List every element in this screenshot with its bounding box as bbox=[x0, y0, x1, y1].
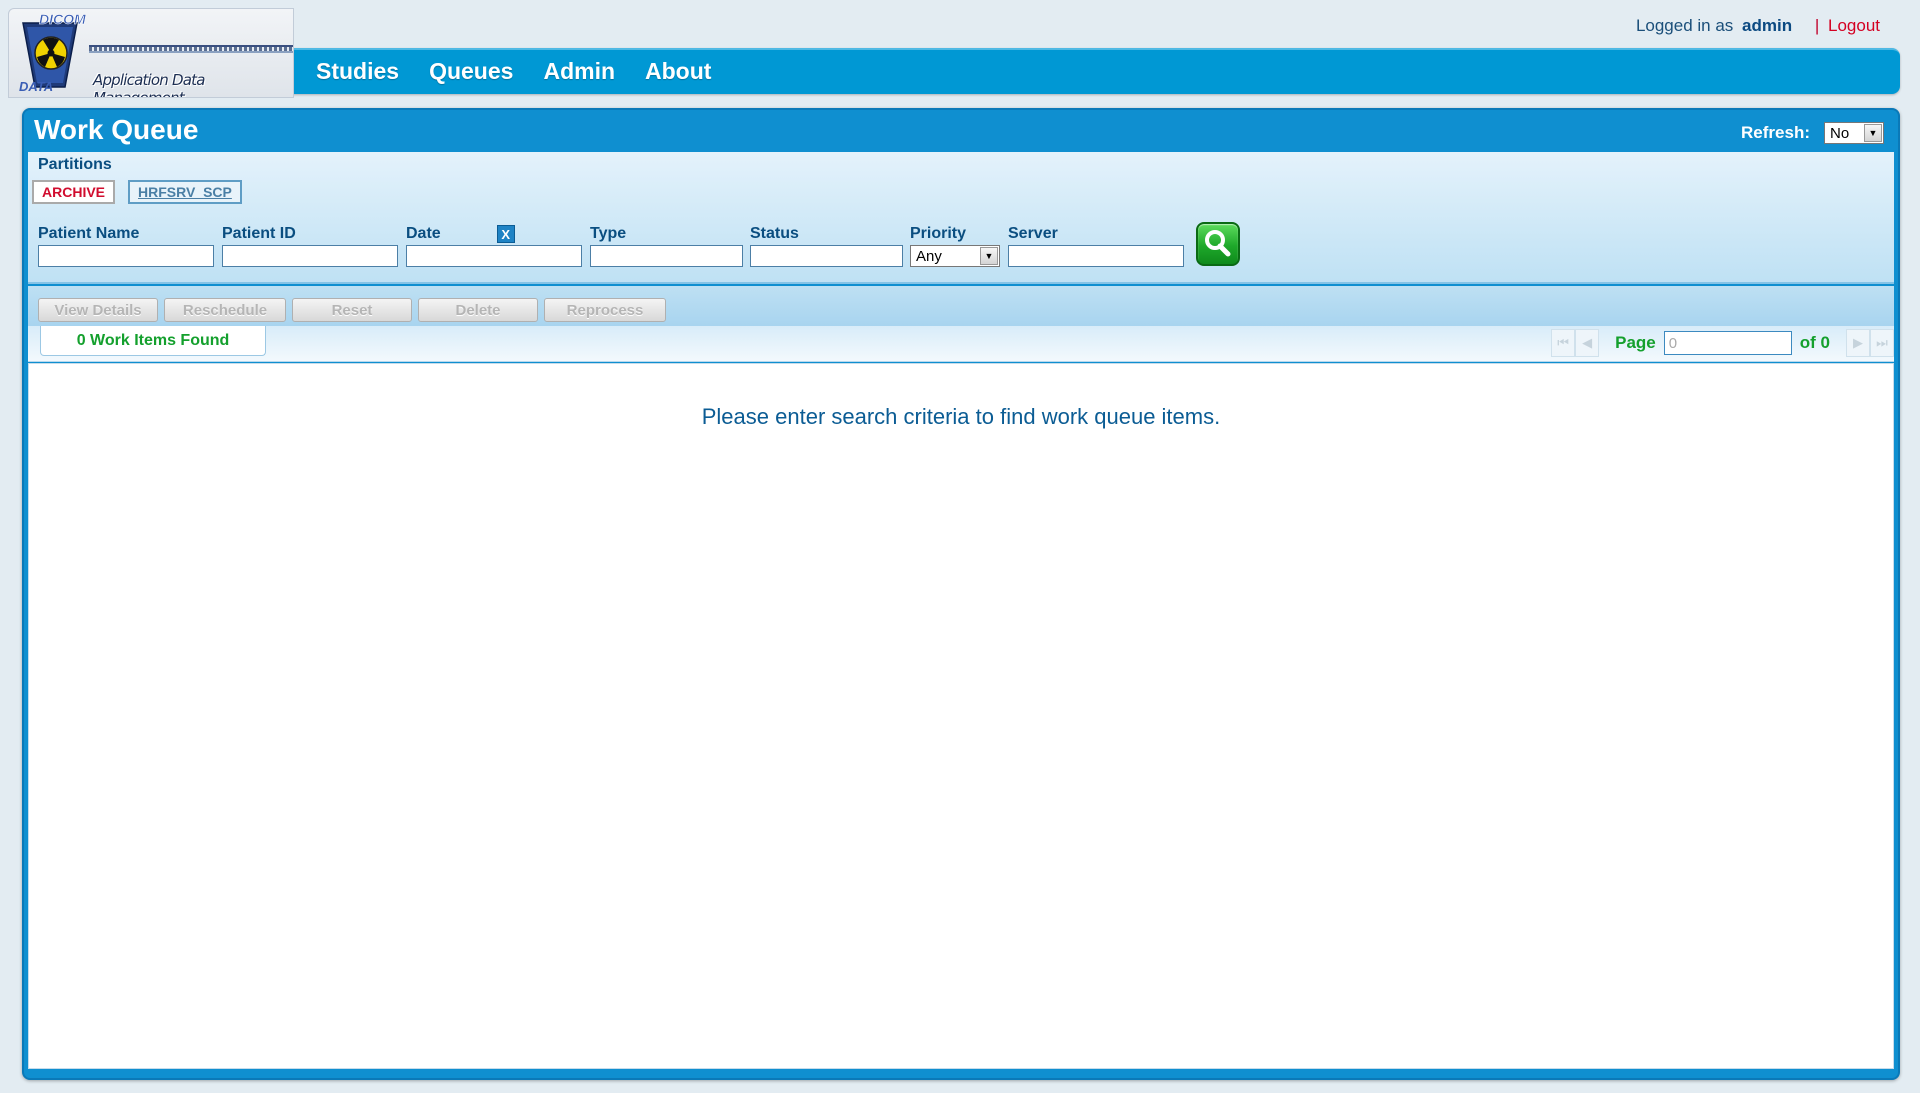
work-queue-panel: Work Queue Refresh: No ▼ Partitions ARCH… bbox=[22, 108, 1900, 1080]
status-label: Status bbox=[750, 225, 799, 242]
login-prefix: Logged in as bbox=[1635, 16, 1734, 35]
page-label: Page bbox=[1615, 333, 1656, 352]
partitions-label: Partitions bbox=[38, 156, 112, 173]
chevron-down-icon: ▼ bbox=[1864, 124, 1882, 142]
action-toolbar: View Details Reschedule Reset Delete Rep… bbox=[28, 286, 1894, 326]
chevron-down-icon: ▼ bbox=[980, 247, 998, 265]
results-bar: 0 Work Items Found ⏮ ◀ Page of 0 ▶ ⏭ bbox=[28, 326, 1894, 362]
patient-id-label: Patient ID bbox=[222, 225, 296, 242]
priority-label: Priority bbox=[910, 225, 967, 242]
page-count: of 0 bbox=[1799, 333, 1830, 352]
nav-admin[interactable]: Admin bbox=[543, 58, 615, 85]
refresh-select[interactable]: No ▼ bbox=[1824, 122, 1884, 144]
status-input[interactable] bbox=[750, 245, 903, 267]
logo-bottom-text: DATA bbox=[19, 79, 54, 94]
next-page-icon[interactable]: ▶ bbox=[1846, 329, 1870, 357]
priority-filter: Priority Any ▼ bbox=[910, 224, 1000, 267]
login-separator: | bbox=[1814, 16, 1820, 35]
patient-name-filter: Patient Name bbox=[38, 224, 214, 267]
login-info: Logged in as admin | Logout bbox=[1636, 16, 1880, 36]
empty-results-message: Please enter search criteria to find wor… bbox=[701, 404, 1221, 429]
reprocess-button[interactable]: Reprocess bbox=[544, 298, 666, 322]
partition-tab-archive[interactable]: ARCHIVE bbox=[32, 180, 116, 204]
refresh-control: Refresh: No ▼ bbox=[1741, 122, 1884, 144]
delete-button[interactable]: Delete bbox=[418, 298, 538, 322]
partition-tab-hrfsrv-scp[interactable]: HRFSRV_SCP bbox=[128, 180, 242, 204]
patient-id-filter: Patient ID bbox=[222, 224, 398, 267]
nav-queues[interactable]: Queues bbox=[429, 58, 513, 85]
page-title: Work Queue bbox=[34, 114, 199, 145]
type-filter: Type bbox=[590, 224, 743, 267]
refresh-select-value: No bbox=[1830, 124, 1850, 142]
logo-top-text: DICOM bbox=[39, 11, 86, 28]
logo-caption: Application Data Management bbox=[93, 71, 205, 98]
priority-select[interactable]: Any ▼ bbox=[910, 245, 1000, 267]
date-input[interactable] bbox=[406, 245, 582, 267]
date-label: Date bbox=[406, 225, 441, 242]
server-input[interactable] bbox=[1008, 245, 1184, 267]
search-button[interactable] bbox=[1196, 222, 1240, 266]
pager: ⏮ ◀ Page of 0 ▶ ⏭ bbox=[1551, 326, 1894, 360]
server-filter: Server bbox=[1008, 224, 1184, 267]
type-label: Type bbox=[590, 225, 627, 242]
search-icon bbox=[1205, 230, 1231, 257]
items-found-count: 0 Work Items Found bbox=[40, 326, 266, 356]
refresh-label: Refresh: bbox=[1741, 123, 1810, 142]
results-grid: Please enter search criteria to find wor… bbox=[28, 363, 1894, 1069]
username: admin bbox=[1742, 16, 1793, 35]
date-filter: Date X bbox=[406, 224, 582, 267]
main-nav: Studies Queues Admin About bbox=[292, 48, 1900, 94]
patient-id-input[interactable] bbox=[222, 245, 398, 267]
priority-select-value: Any bbox=[916, 247, 942, 265]
status-filter: Status bbox=[750, 224, 903, 267]
server-label: Server bbox=[1008, 225, 1058, 242]
view-details-button[interactable]: View Details bbox=[38, 298, 158, 322]
page-number-input[interactable] bbox=[1663, 331, 1792, 355]
filter-panel: Partitions ARCHIVE HRFSRV_SCP Patient Na… bbox=[28, 152, 1894, 284]
date-label-row: Date X bbox=[406, 224, 582, 244]
reset-button[interactable]: Reset bbox=[292, 298, 412, 322]
patient-name-input[interactable] bbox=[38, 245, 214, 267]
nav-studies[interactable]: Studies bbox=[316, 58, 399, 85]
clear-date-button[interactable]: X bbox=[496, 225, 515, 243]
type-input[interactable] bbox=[590, 245, 743, 267]
last-page-icon[interactable]: ⏭ bbox=[1870, 329, 1894, 357]
nav-about[interactable]: About bbox=[645, 58, 711, 85]
first-page-icon[interactable]: ⏮ bbox=[1551, 329, 1576, 357]
app-logo[interactable]: DICOM DATA Application Data Management bbox=[8, 8, 294, 98]
reschedule-button[interactable]: Reschedule bbox=[164, 298, 286, 322]
patient-name-label: Patient Name bbox=[38, 225, 140, 242]
previous-page-icon[interactable]: ◀ bbox=[1575, 329, 1600, 357]
logout-link[interactable]: Logout bbox=[1828, 16, 1880, 35]
logo-stripe bbox=[89, 45, 293, 53]
